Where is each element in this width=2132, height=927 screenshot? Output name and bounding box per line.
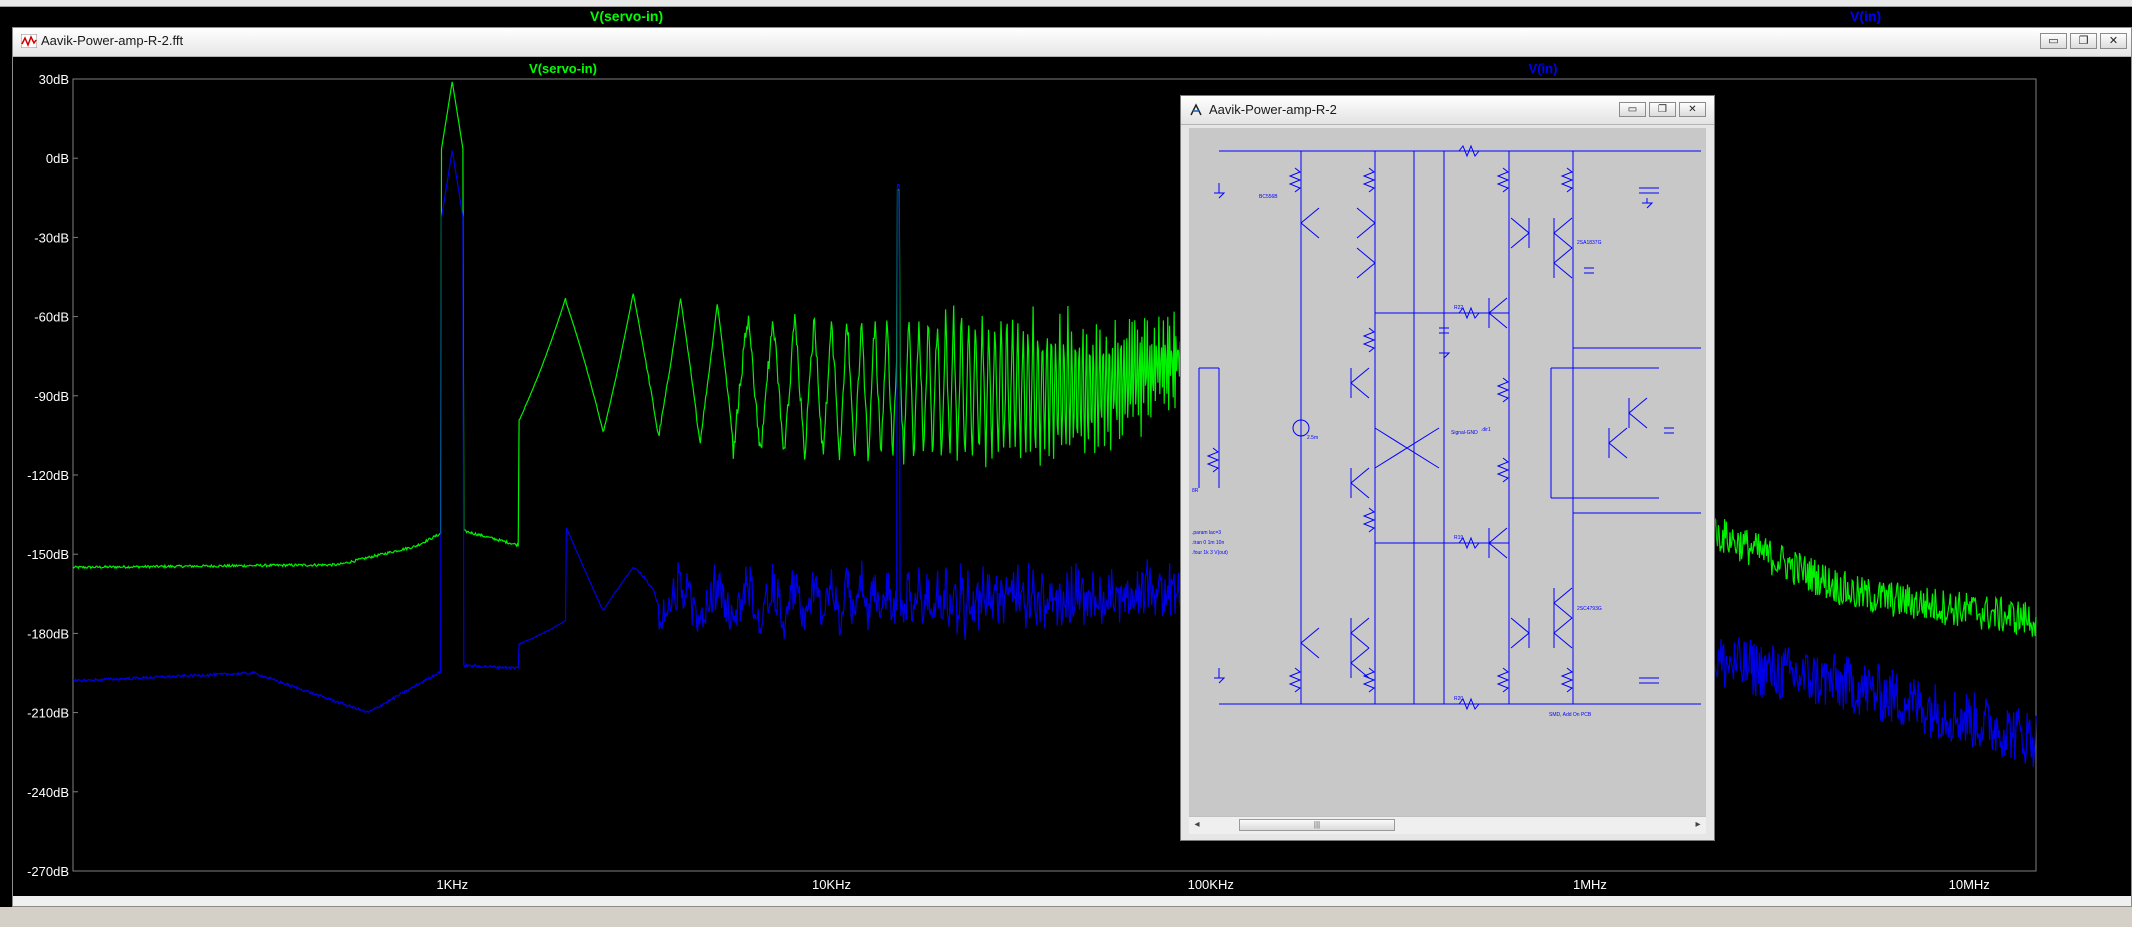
sch-spice-directive-3: .four 1k 3 V(out)	[1192, 550, 1228, 556]
y-tick-label: -60dB	[34, 310, 69, 325]
schematic-restore-button[interactable]: ❐	[1649, 102, 1676, 117]
schematic-close-button[interactable]: ✕	[1679, 102, 1706, 117]
y-tick-label: -180dB	[27, 626, 69, 641]
scroll-left-icon[interactable]: ◂	[1189, 817, 1205, 833]
background-trace-label-in[interactable]: V(in)	[1850, 7, 1881, 25]
y-tick-label: -270dB	[27, 864, 69, 879]
y-tick-label: -30dB	[34, 230, 69, 245]
scroll-thumb[interactable]: |||	[1239, 819, 1395, 831]
series-layer	[72, 81, 2037, 767]
sch-label-rc: R20	[1454, 696, 1463, 702]
schematic-window-title: Aavik-Power-amp-R-2	[1209, 102, 1337, 117]
schematic-window[interactable]: Aavik-Power-amp-R-2 ▭ ❐ ✕ BC556B 2SA1837…	[1180, 95, 1715, 841]
sch-spice-directive-2: .tran 0 1m 10n	[1192, 540, 1224, 546]
background-trace-label-servo[interactable]: V(servo-in)	[590, 7, 663, 25]
fft-plot-pane[interactable]: V(servo-in) V(in) 30dB 0dB -30dB -60dB -90dB…	[13, 57, 2131, 896]
series-line	[72, 81, 2037, 637]
schematic-icon	[1190, 103, 1202, 116]
plot-trace-label-in[interactable]: V(in)	[1529, 61, 1558, 76]
fft-window[interactable]: Aavik-Power-amp-R-2.fft ▭ ❐ ✕ V(servo-in…	[12, 27, 2132, 907]
schematic-minimize-button[interactable]: ▭	[1619, 102, 1646, 117]
x-tick-label: 100KHz	[1188, 877, 1234, 892]
y-tick-label: -150dB	[27, 547, 69, 562]
y-tick-label: -240dB	[27, 785, 69, 800]
y-axis: 30dB 0dB -30dB -60dB -90dB -120dB -150dB -180dB…	[27, 72, 78, 879]
background-plot-strip	[0, 7, 2132, 27]
schematic-horizontal-scrollbar[interactable]: ◂ ||| ▸	[1189, 816, 1706, 834]
sch-label-signal-gnd: Signal-GND	[1451, 430, 1478, 436]
x-tick-label: 10KHz	[812, 877, 851, 892]
x-tick-label: 1MHz	[1573, 877, 1607, 892]
y-tick-label: 0dB	[46, 151, 69, 166]
sch-label-zsc: 2SC4793G	[1577, 606, 1602, 612]
series-line	[73, 150, 2037, 767]
minimize-button[interactable]: ▭	[2040, 33, 2067, 49]
y-tick-label: -120dB	[27, 468, 69, 483]
sch-label-dir1: .dir1	[1481, 427, 1491, 433]
waveform-icon	[21, 34, 37, 48]
close-button[interactable]: ✕	[2100, 33, 2127, 49]
y-tick-label: -90dB	[34, 389, 69, 404]
fft-plot[interactable]: V(servo-in) V(in) 30dB 0dB -30dB -60dB -90dB…	[13, 57, 2131, 896]
sch-note: SMD, Add On PCB	[1549, 712, 1592, 718]
sch-label-rload: 8R	[1192, 488, 1199, 494]
status-strip	[13, 896, 2131, 906]
background-window-left-edge	[0, 27, 12, 907]
sch-label-bc556b: BC556B	[1259, 194, 1278, 200]
schematic-wires	[1198, 144, 1701, 711]
fft-window-title: Aavik-Power-amp-R-2.fft	[41, 33, 184, 48]
x-axis: 1KHz 10KHz 100KHz 1MHz 10MHz	[436, 877, 1989, 892]
sch-label-iset: 2.5m	[1307, 435, 1318, 441]
sch-label-zsa: 2SA1837G	[1577, 240, 1602, 246]
fft-window-title-bar[interactable]: Aavik-Power-amp-R-2.fft ▭ ❐ ✕	[13, 28, 2131, 57]
scroll-right-icon[interactable]: ▸	[1690, 817, 1706, 833]
x-tick-label: 1KHz	[436, 877, 468, 892]
background-window-edge	[0, 0, 2132, 7]
plot-trace-label-servo[interactable]: V(servo-in)	[529, 61, 597, 76]
y-tick-label: 30dB	[39, 72, 69, 87]
schematic-canvas[interactable]: BC556B 2SA1837G 2SC4793G Signal-GND .dir…	[1189, 128, 1706, 816]
x-tick-label: 10MHz	[1949, 877, 1990, 892]
schematic-window-title-bar[interactable]: Aavik-Power-amp-R-2 ▭ ❐ ✕	[1181, 96, 1714, 125]
y-tick-label: -210dB	[27, 706, 69, 721]
schematic-drawing: BC556B 2SA1837G 2SC4793G Signal-GND .dir…	[1192, 144, 1701, 718]
schematic-labels: BC556B 2SA1837G 2SC4793G Signal-GND .dir…	[1192, 194, 1602, 718]
sch-spice-directive-1: .param lac=3	[1192, 530, 1221, 536]
plot-frame	[72, 78, 2037, 872]
restore-button[interactable]: ❐	[2070, 33, 2097, 49]
sch-label-rb: R19	[1454, 535, 1463, 541]
sch-label-ra: R22	[1454, 305, 1463, 311]
